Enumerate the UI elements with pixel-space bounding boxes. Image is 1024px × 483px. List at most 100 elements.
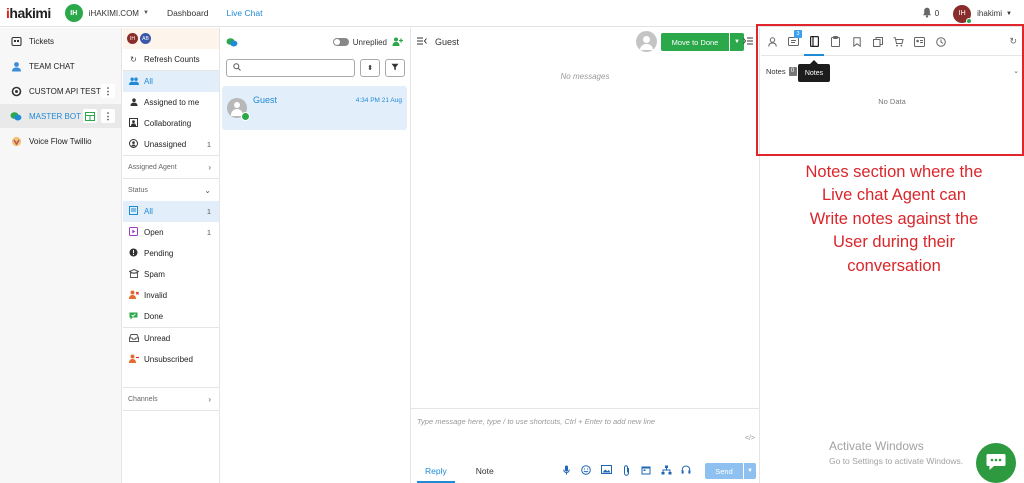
- empty-messages-text: No messages: [560, 72, 610, 81]
- filter-collaborating[interactable]: Collaborating: [123, 113, 219, 134]
- collapse-left-icon[interactable]: [417, 37, 427, 47]
- notes-badge: 3: [794, 30, 802, 38]
- toggle-switch[interactable]: [332, 38, 349, 46]
- channels-section[interactable]: Channels ›: [123, 388, 219, 410]
- notes-icon[interactable]: [804, 36, 825, 47]
- filter-status-open[interactable]: Open 1: [123, 222, 219, 243]
- sidebar-item-team-chat[interactable]: TEAM CHAT: [0, 54, 121, 78]
- search-field[interactable]: [245, 63, 345, 73]
- chevron-down-icon[interactable]: ⌄: [1013, 67, 1019, 75]
- emoji-icon[interactable]: [576, 465, 596, 478]
- guest-avatar: [227, 98, 250, 121]
- copy-icon[interactable]: [867, 36, 888, 47]
- bookmark-icon[interactable]: [846, 36, 867, 47]
- microphone-icon[interactable]: [556, 465, 576, 478]
- filter-label: Invalid: [144, 291, 168, 300]
- filter-status-spam[interactable]: Spam: [123, 264, 219, 285]
- sidebar-item-voice-flow-twillio[interactable]: Voice Flow Twillio: [0, 129, 121, 153]
- list-icon: [128, 206, 139, 217]
- conversation-time: 4:34 PM 21 Aug: [355, 97, 402, 104]
- filter-status-all[interactable]: All 1: [123, 201, 219, 222]
- sidebar-item-master-bot[interactable]: MASTER BOT ⋮: [0, 104, 121, 128]
- section-label: Assigned Agent: [128, 163, 177, 171]
- filter-assigned-to-me[interactable]: Assigned to me: [123, 92, 219, 113]
- workspace-chevron-down-icon[interactable]: ▼: [143, 10, 149, 16]
- tab-reply[interactable]: Reply: [417, 458, 455, 483]
- workspace-name[interactable]: iHAKIMI.COM: [89, 9, 139, 18]
- notes-count-badge: 0: [788, 66, 797, 76]
- attachment-icon[interactable]: [616, 465, 636, 478]
- unreplied-toggle[interactable]: Unreplied: [332, 38, 387, 47]
- spam-icon: [127, 268, 140, 280]
- filter-status-invalid[interactable]: Invalid: [123, 285, 219, 306]
- voiceflow-icon: [10, 135, 22, 147]
- section-label: Status: [128, 186, 148, 194]
- ticket-icon[interactable]: 3: [783, 30, 804, 46]
- avatar[interactable]: AB: [140, 33, 151, 44]
- filter-inbox-all[interactable]: All: [123, 71, 219, 92]
- section-label: Channels: [128, 395, 158, 403]
- workspace-avatar[interactable]: IH: [64, 4, 83, 22]
- refresh-icon[interactable]: ↻: [1009, 36, 1017, 47]
- history-icon[interactable]: [930, 36, 951, 47]
- workflow-icon[interactable]: [656, 465, 676, 478]
- image-icon[interactable]: [596, 465, 616, 478]
- clipboard-icon[interactable]: [825, 36, 846, 47]
- filter-status-done[interactable]: Done: [123, 306, 219, 327]
- conversation-item[interactable]: Guest 4:34 PM 21 Aug: [222, 86, 407, 130]
- add-user-icon[interactable]: [392, 37, 403, 48]
- calendar-icon[interactable]: [636, 465, 656, 478]
- tab-note[interactable]: Note: [476, 466, 494, 476]
- profile-icon[interactable]: [762, 36, 783, 47]
- filter-unsubscribed[interactable]: Unsubscribed: [123, 349, 219, 370]
- chevron-down-icon: ⌄: [204, 185, 211, 195]
- code-icon[interactable]: </>: [745, 435, 755, 442]
- nav-live-chat[interactable]: Live Chat: [227, 8, 263, 18]
- user-avatar[interactable]: IH: [953, 4, 973, 24]
- message-composer[interactable]: Type message here, type / to use shortcu…: [411, 408, 760, 458]
- filter-unassigned[interactable]: Unassigned 1: [123, 134, 219, 155]
- move-to-done-button[interactable]: Move to Done: [661, 33, 729, 51]
- filter-status-pending[interactable]: Pending: [123, 243, 219, 264]
- nav-dashboard[interactable]: Dashboard: [167, 8, 209, 18]
- notes-empty-text: No Data: [878, 97, 906, 106]
- sidebar-item-tickets[interactable]: Tickets: [0, 29, 121, 53]
- conversation-name: Guest: [253, 95, 278, 105]
- support-chat-button[interactable]: [976, 443, 1016, 483]
- user-chevron-down-icon[interactable]: ▼: [1006, 11, 1012, 17]
- search-input[interactable]: [226, 59, 355, 77]
- send-button[interactable]: Send: [705, 463, 743, 479]
- filter-icon: [391, 63, 399, 73]
- open-icon: [128, 227, 139, 238]
- sidebar-item-custom-api-test[interactable]: CUSTOM API TEST ⋮: [0, 79, 121, 103]
- contact-card-icon[interactable]: [909, 36, 930, 47]
- refresh-counts-button[interactable]: ↻ Refresh Counts: [123, 49, 219, 70]
- status-section[interactable]: Status ⌄: [123, 179, 219, 201]
- more-options-icon[interactable]: ⋮: [101, 109, 115, 123]
- avatar[interactable]: IH: [127, 33, 138, 44]
- filter-button[interactable]: [385, 59, 405, 77]
- bell-icon[interactable]: [922, 7, 932, 21]
- sort-button[interactable]: ⬍: [360, 59, 380, 77]
- notification-count: 0: [934, 9, 940, 18]
- user-name[interactable]: ihakimi: [977, 9, 1002, 18]
- chat-bubble-icon: [986, 453, 1006, 473]
- filter-unread[interactable]: Unread: [123, 328, 219, 349]
- livechat-icon: [226, 37, 238, 48]
- assigned-agent-section[interactable]: Assigned Agent ›: [123, 156, 219, 178]
- chevron-down-icon[interactable]: ▼: [744, 463, 756, 479]
- notes-label: Notes: [766, 66, 786, 76]
- assigned-agent-avatar[interactable]: [636, 31, 657, 52]
- filter-label: Unsubscribed: [144, 355, 193, 364]
- cart-icon[interactable]: [888, 36, 909, 47]
- expand-right-icon[interactable]: [743, 37, 753, 47]
- ihakimi-logo[interactable]: ihakimi: [6, 5, 51, 21]
- chevron-down-icon[interactable]: ▼: [730, 33, 744, 51]
- headset-icon[interactable]: [676, 465, 696, 478]
- more-options-icon[interactable]: ⋮: [101, 84, 115, 98]
- windows-watermark-subtitle: Go to Settings to activate Windows.: [829, 456, 964, 466]
- filter-label: Collaborating: [144, 119, 192, 128]
- sidebar-item-label: Voice Flow Twillio: [29, 136, 92, 146]
- table-icon[interactable]: [83, 109, 97, 123]
- users-icon: [128, 77, 139, 87]
